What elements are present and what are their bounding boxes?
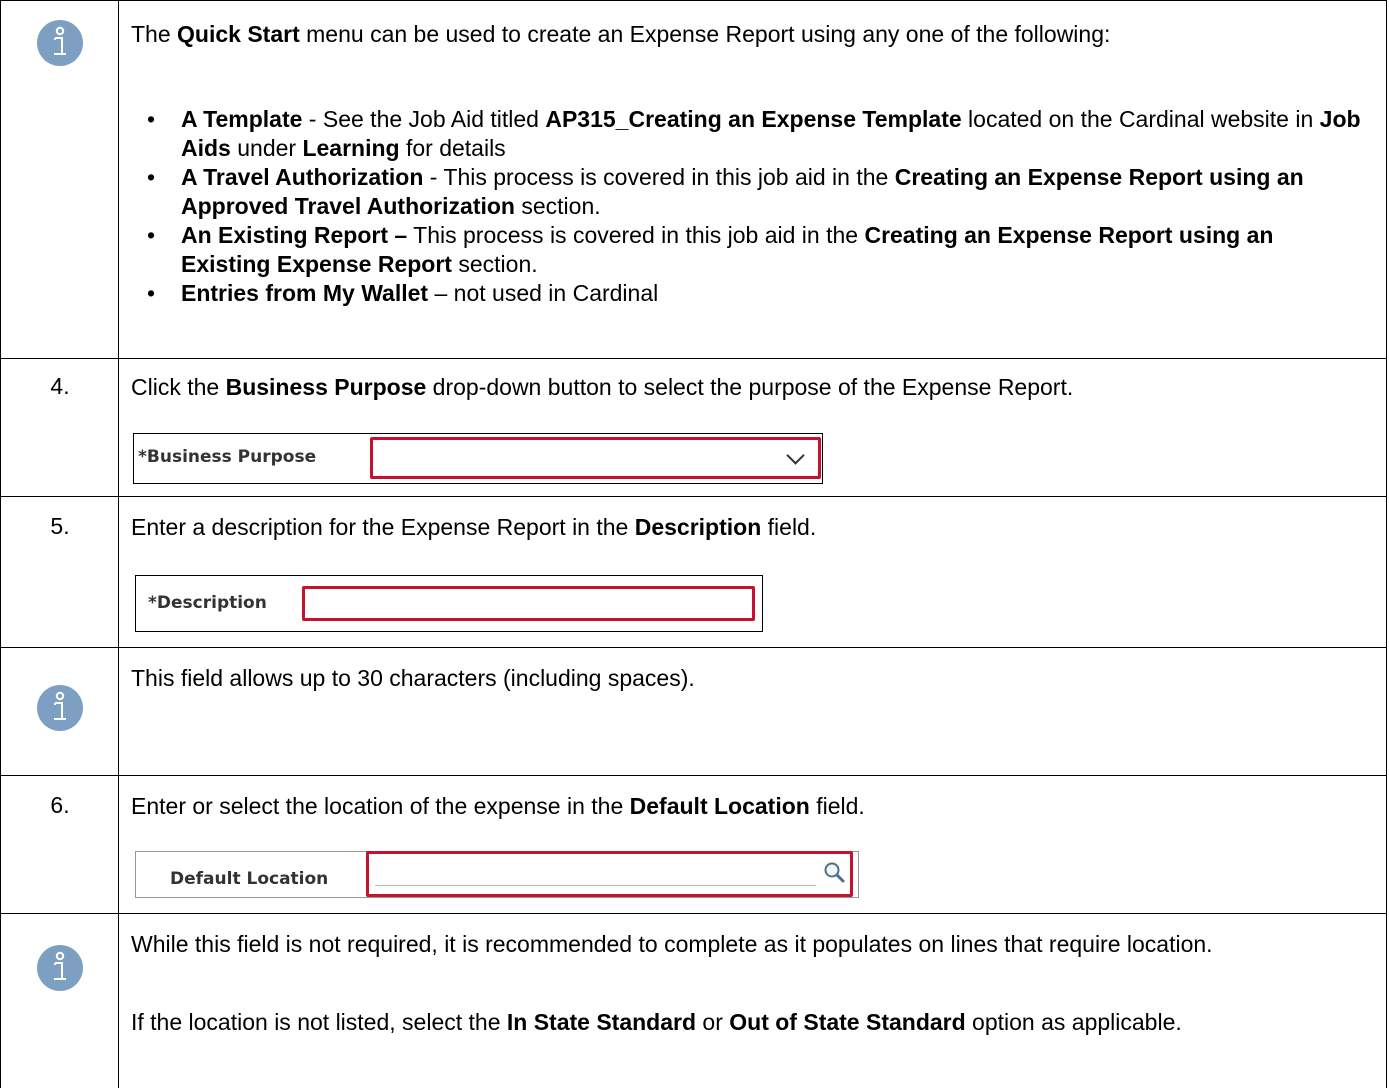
info-row-location: While this field is not required, it is … (0, 914, 1387, 1088)
step-content: Click the Business Purpose drop-down but… (131, 359, 1378, 496)
info-icon (37, 945, 83, 991)
list-item: Entries from My Wallet – not used in Car… (131, 279, 1361, 308)
list-item: A Travel Authorization - This process is… (131, 163, 1361, 221)
step-number-cell: 6. (1, 776, 119, 913)
icon-cell (1, 914, 119, 1088)
info-content: This field allows up to 30 characters (i… (131, 648, 1378, 775)
info-row-quick-start: The Quick Start menu can be used to crea… (0, 0, 1387, 359)
info-icon (37, 685, 83, 731)
default-location-input[interactable] (366, 851, 853, 897)
step-number-cell: 5. (1, 497, 119, 647)
default-location-label: Default Location (170, 869, 329, 889)
input-underline (375, 885, 816, 886)
step-row-6: 6. Enter or select the location of the e… (0, 776, 1387, 914)
step-number-cell: 4. (1, 359, 119, 496)
info-text: This field allows up to 30 characters (i… (131, 665, 695, 691)
list-item: An Existing Report – This process is cov… (131, 221, 1361, 279)
business-purpose-screenshot: *Business Purpose (133, 433, 823, 484)
description-input[interactable] (302, 586, 755, 621)
step-row-5: 5. Enter a description for the Expense R… (0, 497, 1387, 648)
step-instruction: Enter a description for the Expense Repo… (131, 514, 817, 540)
search-icon[interactable] (822, 860, 846, 884)
step-content: Enter or select the location of the expe… (131, 776, 1378, 913)
quick-start-options-list: A Template - See the Job Aid titled AP31… (131, 105, 1361, 308)
step-number: 6. (50, 792, 70, 818)
info-icon (37, 20, 83, 66)
list-item: A Template - See the Job Aid titled AP31… (131, 105, 1361, 163)
business-purpose-dropdown[interactable] (370, 437, 821, 479)
step-number: 4. (50, 373, 70, 399)
step-number: 5. (50, 513, 70, 539)
quick-start-term: Quick Start (177, 21, 300, 47)
info-content: The Quick Start menu can be used to crea… (131, 1, 1378, 358)
icon-cell (1, 1, 119, 358)
step-instruction: Click the Business Purpose drop-down but… (131, 374, 1074, 400)
description-label: *Description (148, 593, 267, 613)
info-text: While this field is not required, it is … (131, 931, 1213, 957)
text: The (131, 21, 178, 47)
quick-start-intro: The Quick Start menu can be used to crea… (131, 20, 1291, 49)
description-screenshot: *Description (135, 575, 763, 632)
icon-cell (1, 648, 119, 775)
step-content: Enter a description for the Expense Repo… (131, 497, 1378, 647)
info-content: While this field is not required, it is … (131, 914, 1378, 1088)
default-location-screenshot: Default Location (135, 851, 859, 898)
step-row-4: 4. Click the Business Purpose drop-down … (0, 359, 1387, 497)
text: menu can be used to create an Expense Re… (299, 21, 1111, 47)
business-purpose-label: *Business Purpose (138, 447, 317, 467)
chevron-down-icon[interactable] (786, 446, 805, 465)
step-instruction: Enter or select the location of the expe… (131, 793, 865, 819)
info-text: If the location is not listed, select th… (131, 1009, 1182, 1035)
info-row-characters: This field allows up to 30 characters (i… (0, 648, 1387, 776)
